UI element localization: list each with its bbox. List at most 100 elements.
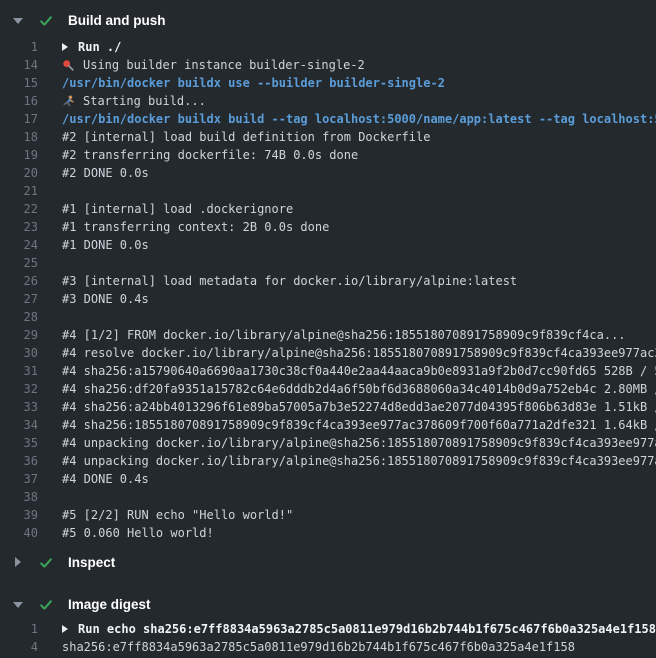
- log-line: 34 #4 sha256:185518070891758909c9f839cf4c…: [0, 416, 656, 434]
- line-number[interactable]: 32: [0, 380, 38, 398]
- line-number[interactable]: 26: [0, 272, 38, 290]
- log-line: 40 #5 0.060 Hello world!: [0, 524, 656, 542]
- log-text: #5 [2/2] RUN echo "Hello world!": [62, 506, 293, 524]
- log-line: 18 #2 [internal] load build definition fr…: [0, 128, 656, 146]
- line-number[interactable]: 24: [0, 236, 38, 254]
- line-number[interactable]: 35: [0, 434, 38, 452]
- log-text: #3 [internal] load metadata for docker.i…: [62, 272, 517, 290]
- line-number[interactable]: 21: [0, 182, 38, 200]
- log-text: sha256:e7ff8834a5963a2785c5a0811e979d16b…: [62, 638, 575, 656]
- line-number[interactable]: 31: [0, 362, 38, 380]
- workflow-log: Build and push 1Run ./14Using builder in…: [0, 0, 656, 656]
- log-line: 26 #3 [internal] load metadata for docker…: [0, 272, 656, 290]
- section-title: Inspect: [68, 555, 115, 570]
- log-line: 22 #1 [internal] load .dockerignore: [0, 200, 656, 218]
- line-number[interactable]: 29: [0, 326, 38, 344]
- chevron-down-icon: [13, 602, 23, 608]
- chevron-right-icon: [15, 557, 21, 567]
- line-number[interactable]: 1: [0, 620, 38, 638]
- log-lines: 1 Run ./ 14 Using builder instance builder-…: [0, 38, 656, 542]
- section-build-and-push: Build and push 1 Run ./ 14 Using builder in…: [0, 10, 656, 542]
- check-icon: [39, 597, 53, 611]
- line-number[interactable]: 27: [0, 290, 38, 308]
- line-number[interactable]: 23: [0, 218, 38, 236]
- section-image-digest: Image digest 1 Run echo sha256:e7ff8834a5…: [0, 594, 656, 656]
- runner-icon: [62, 95, 75, 108]
- log-line: 23 #1 transferring context: 2B 0.0s done: [0, 218, 656, 236]
- line-number[interactable]: 38: [0, 488, 38, 506]
- log-text: #1 [internal] load .dockerignore: [62, 200, 293, 218]
- check-icon: [39, 555, 53, 569]
- line-number[interactable]: 20: [0, 164, 38, 182]
- log-line: 36#4 unpacking docker.io/library/alpine@…: [0, 452, 656, 470]
- section-title: Image digest: [68, 597, 151, 612]
- log-text: #5 0.060 Hello world!: [62, 524, 214, 542]
- chevron-down-icon: [13, 18, 23, 24]
- line-number[interactable]: 16: [0, 92, 38, 110]
- log-line: 37 #4 DONE 0.4s: [0, 470, 656, 488]
- log-text: #2 transferring dockerfile: 74B 0.0s don…: [62, 146, 358, 164]
- log-text: /usr/bin/docker buildx build --tag local…: [62, 110, 656, 128]
- line-number[interactable]: 1: [0, 38, 38, 56]
- log-text: Using builder instance builder-single-2: [62, 56, 365, 74]
- log-text[interactable]: Run ./: [62, 38, 121, 56]
- section-title: Build and push: [68, 13, 166, 28]
- log-text: #4 sha256:df20fa9351a15782c64e6dddb2d4a6…: [62, 380, 656, 398]
- line-number[interactable]: 18: [0, 128, 38, 146]
- log-text[interactable]: Run echo sha256:e7ff8834a5963a2785c5a081…: [62, 620, 656, 638]
- log-text: #2 DONE 0.0s: [62, 164, 149, 182]
- line-number[interactable]: 34: [0, 416, 38, 434]
- log-line: 4 sha256:e7ff8834a5963a2785c5a0811e979d16…: [0, 638, 656, 656]
- log-text: #4 [1/2] FROM docker.io/library/alpine@s…: [62, 326, 626, 344]
- line-number[interactable]: 4: [0, 638, 38, 656]
- log-text: #3 DONE 0.4s: [62, 290, 149, 308]
- line-number[interactable]: 25: [0, 254, 38, 272]
- log-line: 28: [0, 308, 656, 326]
- log-line: 16 Starting build...: [0, 92, 656, 110]
- line-number[interactable]: 22: [0, 200, 38, 218]
- log-line: 35 #4 unpacking docker.io/library/alpine@…: [0, 434, 656, 452]
- check-icon: [39, 13, 53, 27]
- log-line: 14 Using builder instance builder-single-…: [0, 56, 656, 74]
- line-number[interactable]: 40: [0, 524, 38, 542]
- line-number[interactable]: 28: [0, 308, 38, 326]
- line-number[interactable]: 15: [0, 74, 38, 92]
- log-text: #4 resolve docker.io/library/alpine@sha2…: [62, 344, 656, 362]
- section-header-image-digest[interactable]: Image digest: [0, 594, 656, 614]
- log-line: 1 Run ./: [0, 38, 656, 56]
- log-line: 27 #3 DONE 0.4s: [0, 290, 656, 308]
- log-text: Starting build...: [62, 92, 206, 110]
- log-line: 20 #2 DONE 0.0s: [0, 164, 656, 182]
- line-number[interactable]: 39: [0, 506, 38, 524]
- log-text: #4 unpacking docker.io/library/alpine@sh…: [62, 434, 656, 452]
- log-text: #4 DONE 0.4s: [62, 470, 149, 488]
- line-number[interactable]: 30: [0, 344, 38, 362]
- expand-arrow-icon: [62, 625, 68, 633]
- line-number[interactable]: 36: [0, 452, 38, 470]
- line-number[interactable]: 14: [0, 56, 38, 74]
- log-text: #4 sha256:a15790640a6690aa1730c38cf0a440…: [62, 362, 656, 380]
- log-line: 19 #2 transferring dockerfile: 74B 0.0s d…: [0, 146, 656, 164]
- log-lines: 1 Run echo sha256:e7ff8834a5963a2785c5a08…: [0, 620, 656, 656]
- log-text: #4 sha256:185518070891758909c9f839cf4ca3…: [62, 416, 656, 434]
- log-text: #2 [internal] load build definition from…: [62, 128, 430, 146]
- log-line: 32 #4 sha256:df20fa9351a15782c64e6dddb2d4…: [0, 380, 656, 398]
- log-line: 25: [0, 254, 656, 272]
- pushpin-icon: [62, 59, 75, 72]
- log-text: /usr/bin/docker buildx use --builder bui…: [62, 74, 445, 92]
- expand-arrow-icon: [62, 43, 68, 51]
- line-number[interactable]: 33: [0, 398, 38, 416]
- section-header-build-and-push[interactable]: Build and push: [0, 10, 656, 30]
- log-line: 31 #4 sha256:a15790640a6690aa1730c38cf0a4…: [0, 362, 656, 380]
- line-number[interactable]: 19: [0, 146, 38, 164]
- log-line: 33#4 sha256:a24bb4013296f61e89ba57005a7b…: [0, 398, 656, 416]
- line-number[interactable]: 17: [0, 110, 38, 128]
- log-line: 39 #5 [2/2] RUN echo "Hello world!": [0, 506, 656, 524]
- line-number[interactable]: 37: [0, 470, 38, 488]
- log-line: 30 #4 resolve docker.io/library/alpine@sh…: [0, 344, 656, 362]
- log-text: #1 DONE 0.0s: [62, 236, 149, 254]
- log-line: 15/usr/bin/docker buildx use --builder b…: [0, 74, 656, 92]
- section-header-inspect[interactable]: Inspect: [0, 552, 656, 572]
- log-text: #1 transferring context: 2B 0.0s done: [62, 218, 329, 236]
- log-line: 29 #4 [1/2] FROM docker.io/library/alpine…: [0, 326, 656, 344]
